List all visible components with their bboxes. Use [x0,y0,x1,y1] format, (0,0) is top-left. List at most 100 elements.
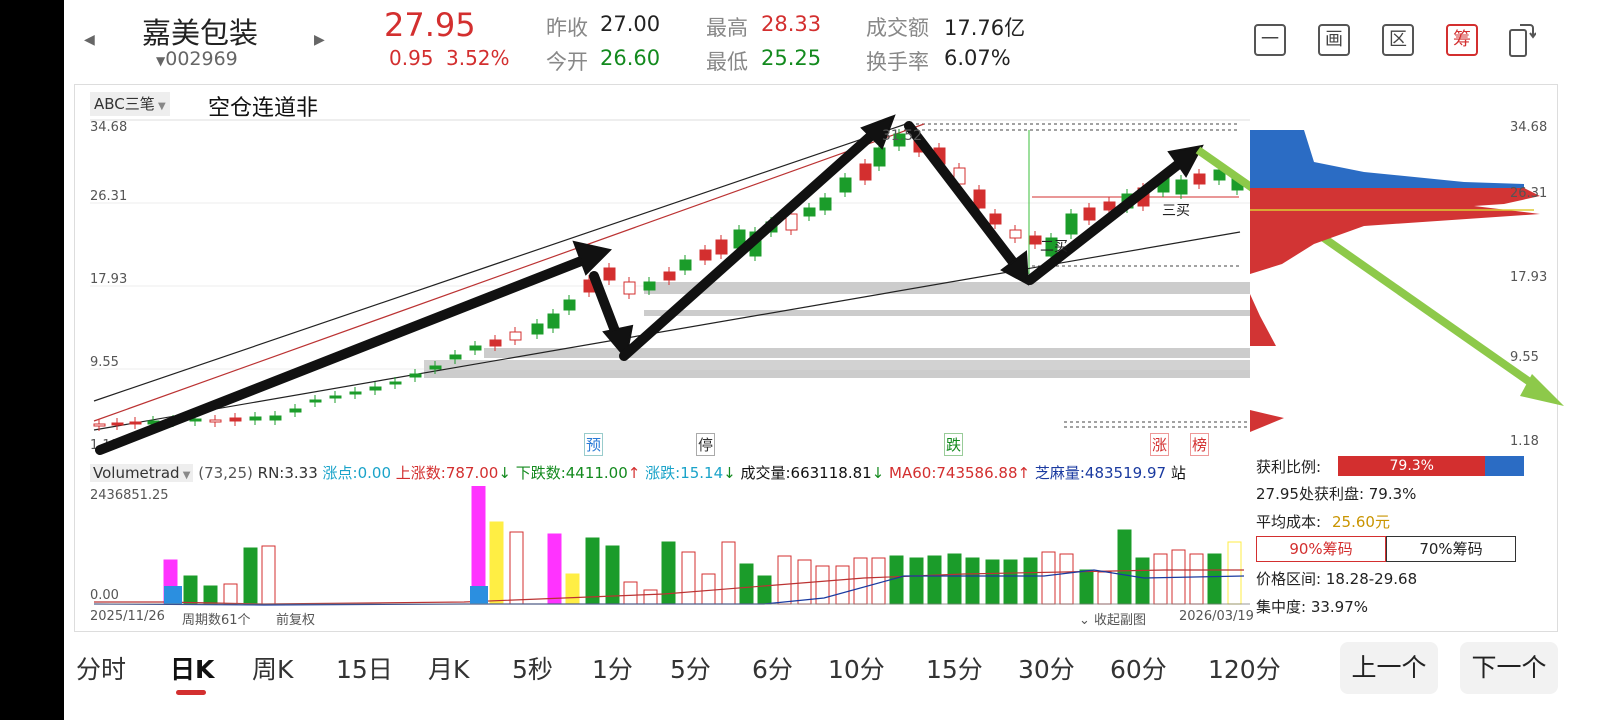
volume-zhangdian: 涨点:0.00 [322,464,391,482]
down-arrow-icon: ↓ [723,464,736,482]
tab-1[interactable]: 日K [170,650,214,686]
volume-bar [835,565,850,605]
turnover-rate-value: 6.07% [944,46,1011,70]
candle [349,391,362,395]
volume-bar [965,557,980,605]
volume-bar [1059,553,1074,605]
kline-chart[interactable] [64,84,1600,464]
tab-9[interactable]: 10分 [828,650,885,686]
stock-code-text: 002969 [165,48,238,70]
tag-die[interactable]: 跌 [944,433,964,456]
draw-line-button[interactable]: 一 [1254,24,1286,56]
volume-bars-group [163,486,1242,605]
profit-ratio-value: 79.3% [1389,458,1434,474]
volume-bar [643,589,658,605]
volume-bar [243,547,258,605]
active-tab-underline [176,690,206,695]
draw-button[interactable]: 画 [1318,24,1350,56]
volume-bar [757,575,772,605]
candle [1065,213,1078,235]
volume-bar [853,557,868,605]
next-button[interactable]: 下一个 [1460,642,1558,694]
candle [229,417,242,422]
volume-bar [1117,529,1132,605]
tab-7[interactable]: 5分 [670,650,711,686]
volume-ma60: MA60:743586.88 [889,464,1018,482]
volume-params: (73,25) [198,464,253,482]
candle [209,419,222,423]
tab-11[interactable]: 30分 [1018,650,1075,686]
next-stock-arrow[interactable]: ▶ [314,32,325,48]
volume-bar [203,585,218,605]
range-button[interactable]: 区 [1382,24,1414,56]
volume-bar [889,555,904,605]
chips-button[interactable]: 筹 [1446,24,1478,56]
right-price-label-3: 17.93 [1510,270,1548,285]
volume-bar [909,557,924,605]
candle [1193,173,1206,185]
start-date: 2025/11/26 [90,609,165,624]
tab-5[interactable]: 5秒 [512,650,553,686]
right-price-label-2: 26.31 [1510,186,1548,201]
volume-bar [623,581,638,605]
volume-bar [1135,557,1150,605]
tab-6[interactable]: 1分 [592,650,633,686]
candle [489,339,502,347]
volume-bar [183,575,198,605]
volume-zhan: 站 [1170,464,1186,482]
candle [269,415,282,421]
prev-stock-arrow[interactable]: ◀ [84,32,95,48]
adjust-mode[interactable]: 前复权 [276,609,315,628]
candle [1175,179,1188,195]
chip70-button[interactable]: 70%筹码 [1386,536,1516,562]
stock-app: ◀ 嘉美包装 ▼002969 ▶ 27.95 0.95 3.52% 昨收 27.… [64,0,1600,720]
candle [531,323,544,335]
tab-0[interactable]: 分时 [76,650,126,686]
collapse-subchart[interactable]: ⌄ 收起副图 [1079,609,1146,628]
candle [873,147,886,167]
prev-button[interactable]: 上一个 [1340,642,1438,694]
tab-8[interactable]: 6分 [752,650,793,686]
tag-ting[interactable]: 停 [696,433,716,456]
volume-bar [1041,551,1056,605]
candle [859,163,872,181]
volume-indicator-label: Volumetrad [93,464,180,482]
stock-code[interactable]: ▼002969 [156,48,238,70]
candle [111,422,124,426]
tab-3[interactable]: 15日 [336,650,393,686]
tab-12[interactable]: 60分 [1110,650,1167,686]
turnover-rate-label: 换手率 [866,50,929,74]
volume-value: 成交量:663118.81 [740,464,872,482]
volume-bar [721,541,736,605]
tag-zhang[interactable]: 涨 [1150,433,1170,456]
profit-ratio-label: 获利比例: [1256,458,1322,476]
volume-indicator-select[interactable]: Volumetrad ▼ [90,464,194,482]
annotation-3rd-buy: 三买 [1162,203,1190,219]
candle [819,197,832,211]
volume-bar [701,573,716,605]
tag-bang[interactable]: 榜 [1190,433,1210,456]
volume-bar [739,563,754,605]
volume-chart[interactable] [64,486,1254,610]
tab-4[interactable]: 月K [428,650,469,686]
chevron-down-icon: ⌄ [1079,613,1095,628]
candle [547,313,560,329]
candle [715,239,728,255]
signal-marker-2 [470,586,488,604]
rotate-screen-icon[interactable] [1508,22,1537,58]
tag-yu[interactable]: 预 [584,433,604,456]
annotation-2nd-buy: 二买 [1040,239,1068,255]
tab-2[interactable]: 周K [252,650,293,686]
volume-bar [947,553,962,605]
tab-10[interactable]: 15分 [926,650,983,686]
candle [289,408,302,413]
tab-13[interactable]: 120分 [1208,650,1281,686]
avg-cost-value: 25.60元 [1332,513,1390,531]
candle [249,416,262,421]
candle [409,373,422,378]
volume-bar [547,533,562,605]
candle [309,399,322,403]
concentration: 集中度: 33.97% [1256,598,1369,616]
chip90-button[interactable]: 90%筹码 [1256,536,1386,562]
volume-bar [489,521,504,605]
